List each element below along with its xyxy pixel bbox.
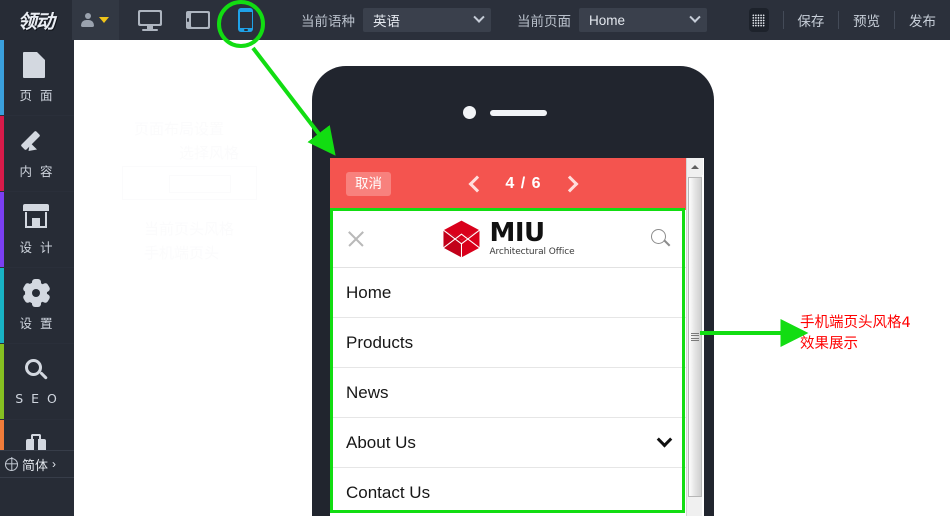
person-icon xyxy=(81,13,95,27)
annotation-callout: 手机端页头风格4 效果展示 xyxy=(800,313,950,355)
sidebar-item-design[interactable]: 设 计 xyxy=(0,192,74,268)
pencil-icon xyxy=(20,128,51,156)
annotation-line-2: 效果展示 xyxy=(800,336,858,353)
nav-item-home[interactable]: Home xyxy=(330,268,686,318)
sidebar-item-label: 设 置 xyxy=(19,315,55,331)
sidebar-item-label: 设 计 xyxy=(19,239,55,255)
nav-item-about-us[interactable]: About Us xyxy=(330,418,686,468)
page-select[interactable]: Home xyxy=(578,8,707,32)
storefront-icon xyxy=(23,203,51,232)
close-x-icon[interactable] xyxy=(346,229,366,249)
mobile-site-header: MIU Architectural Office xyxy=(330,210,686,268)
language-select[interactable]: 英语 xyxy=(362,8,491,32)
ghost-text-4: 手机端页头 xyxy=(144,245,220,262)
language-label: 简体 xyxy=(22,457,49,473)
sidebar-footer xyxy=(0,478,74,516)
sidebar-item-label: 页 面 xyxy=(19,87,55,103)
ghost-text-3: 当前页头风格 xyxy=(144,221,235,238)
sidebar-item-content[interactable]: 内 容 xyxy=(0,116,74,192)
user-menu[interactable] xyxy=(71,0,119,40)
chevron-down-icon xyxy=(473,11,485,23)
preview-button[interactable]: 预览 xyxy=(839,10,894,30)
top-toolbar: 领动 当前语种 英语 当前页面 Home 保存 预览 发布 xyxy=(0,0,950,40)
annotation-line-1: 手机端页头风格4 xyxy=(800,315,911,331)
sidebar-item-seo[interactable]: S E O xyxy=(0,344,74,420)
cancel-button[interactable]: 取消 xyxy=(346,171,391,197)
mobile-site-preview: MIU Architectural Office Home Products N… xyxy=(330,210,686,516)
caret-down-icon xyxy=(99,17,110,23)
sidebar-language-switch[interactable]: 简体 › xyxy=(0,450,74,478)
page-indicator: 4 / 6 xyxy=(505,175,542,192)
sidebar-item-settings[interactable]: 设 置 xyxy=(0,268,74,344)
page-select-value: Home xyxy=(588,12,625,28)
nav-item-news[interactable]: News xyxy=(330,368,686,418)
magnifier-icon xyxy=(23,358,51,386)
brand-subtitle: Architectural Office xyxy=(489,247,575,257)
scrollbar-grip-icon xyxy=(691,332,699,342)
nav-item-label: About Us xyxy=(346,432,416,452)
ghost-text-2: 选择风格 xyxy=(179,145,240,162)
publish-button[interactable]: 发布 xyxy=(895,10,950,30)
ghost-box-2 xyxy=(169,175,231,193)
chevron-right-icon[interactable] xyxy=(561,175,579,193)
scroll-up-arrow-icon[interactable] xyxy=(687,158,703,175)
nav-item-label: News xyxy=(346,382,389,402)
nav-item-label: Home xyxy=(346,282,392,302)
phone-screen: 取消 4 / 6 MIU Architectural Office Home P… xyxy=(330,158,704,516)
globe-icon xyxy=(5,457,18,471)
device-desktop-button[interactable] xyxy=(131,0,169,40)
grid-toggle-button[interactable] xyxy=(748,8,769,32)
document-icon xyxy=(23,51,51,80)
app-root: 页面布局设置 选择风格 当前页头风格 手机端页头 风格预览 取消 4 / 6 xyxy=(0,0,950,516)
phone-mockup: 取消 4 / 6 MIU Architectural Office Home P… xyxy=(312,66,714,516)
page-field-label: 当前页面 xyxy=(516,14,571,29)
annotation-circle-mobile-icon xyxy=(217,0,265,48)
brand-text: MIU Architectural Office xyxy=(489,220,574,257)
chevron-right-icon: › xyxy=(52,457,57,471)
brand-lockup: MIU Architectural Office xyxy=(441,219,575,259)
style-pager: 4 / 6 xyxy=(391,175,656,193)
search-icon[interactable] xyxy=(650,228,671,249)
save-button[interactable]: 保存 xyxy=(783,10,838,30)
app-logo[interactable]: 领动 xyxy=(0,0,72,40)
language-field-label: 当前语种 xyxy=(300,14,355,29)
sidebar-item-pages[interactable]: 页 面 xyxy=(0,40,74,116)
tablet-icon xyxy=(185,11,210,29)
device-tablet-button[interactable] xyxy=(179,0,217,40)
language-select-value: 英语 xyxy=(372,14,400,29)
brand-name: MIU xyxy=(489,218,545,248)
style-preview-bar: 取消 4 / 6 xyxy=(330,158,686,210)
gear-icon xyxy=(21,278,51,308)
nav-item-products[interactable]: Products xyxy=(330,318,686,368)
logo-text: 领动 xyxy=(17,10,55,33)
phone-camera-dot xyxy=(463,106,476,119)
scrollbar-thumb[interactable] xyxy=(688,177,702,497)
desktop-icon xyxy=(137,10,162,31)
nav-item-label: Products xyxy=(346,332,414,352)
chevron-down-icon[interactable] xyxy=(656,431,673,448)
dotted-grid-icon xyxy=(752,13,766,27)
nav-item-contact-us[interactable]: Contact Us xyxy=(330,468,686,516)
chevron-left-icon[interactable] xyxy=(468,175,486,193)
red-cube-logo-icon xyxy=(443,220,480,257)
sidebar-item-label: 内 容 xyxy=(19,163,55,179)
phone-speaker-slot xyxy=(490,110,547,116)
chevron-down-icon xyxy=(689,11,701,23)
left-sidebar: 页 面 内 容 设 计 设 置 S E O xyxy=(0,40,74,516)
sidebar-item-label: S E O xyxy=(15,390,59,406)
nav-item-label: Contact Us xyxy=(346,482,431,502)
ghost-text-1: 页面布局设置 xyxy=(134,121,225,138)
preview-scrollbar[interactable] xyxy=(686,158,703,516)
